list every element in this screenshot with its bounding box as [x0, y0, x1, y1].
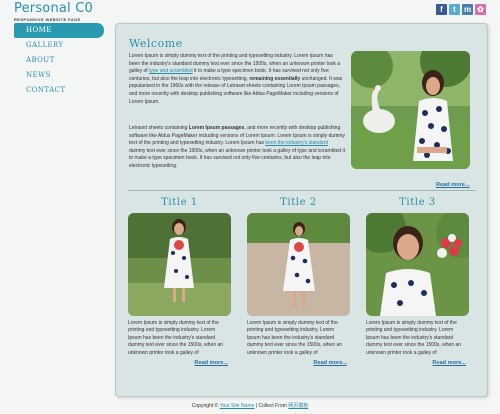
column-photo: [247, 213, 350, 316]
nav-item-contact[interactable]: CONTACT: [14, 83, 104, 98]
read-more-link[interactable]: Read more...: [366, 360, 466, 366]
welcome-bold: remaining essentially: [249, 75, 301, 82]
footer: Copyright © Your Site Name | Collect Fro…: [0, 402, 500, 409]
column-title: Title 1: [161, 197, 198, 208]
welcome-title: Welcome: [129, 37, 183, 50]
logo-title: Personal C0: [14, 1, 93, 16]
myspace-icon[interactable]: m: [462, 4, 473, 15]
nav-item-home[interactable]: HOME: [14, 23, 104, 38]
read-more-link[interactable]: Read more...: [436, 182, 470, 188]
welcome-paragraph-1: Lorem Ipsum is simply dummy text of the …: [129, 53, 345, 106]
inline-link[interactable]: been the industry's standard: [265, 140, 328, 146]
footer-separator: | Collect From: [254, 403, 289, 409]
column-text: Lorem Ipsum is simply dummy text of the …: [247, 320, 343, 356]
column-title: Title 2: [280, 197, 317, 208]
feature-column-3: Title 3 Lorem Ipsum is simply dummy text…: [366, 197, 469, 366]
flickr-icon[interactable]: ✿: [475, 4, 486, 15]
welcome-paragraph-2: Letraset sheets containing Lorem Ipsum p…: [129, 125, 345, 171]
inline-link[interactable]: type and scrambled: [149, 68, 193, 74]
site-name-link[interactable]: Your Site Name: [220, 403, 255, 409]
facebook-icon[interactable]: f: [436, 4, 447, 15]
logo-subtitle: RESPONSIVE WEBSITE PAGE: [14, 17, 81, 22]
social-links: f t m ✿: [436, 4, 486, 15]
welcome-text: dummy text ever since the 1500s, when an…: [129, 147, 345, 169]
section-divider: [128, 190, 476, 191]
feature-column-1: Title 1 Lorem Ipsum is simply dummy text…: [128, 197, 231, 366]
read-more-link[interactable]: Read more...: [247, 360, 347, 366]
hero-photo: [351, 51, 470, 169]
column-text: Lorem Ipsum is simply dummy text of the …: [128, 320, 224, 356]
twitter-icon[interactable]: t: [449, 4, 460, 15]
nav-item-news[interactable]: NEWS: [14, 68, 104, 83]
column-photo: [366, 213, 469, 316]
column-photo: [128, 213, 231, 316]
feature-column-2: Title 2 Lorem Ipsum is simply dummy text…: [247, 197, 350, 366]
welcome-bold: Lorem Ipsum passages: [188, 125, 245, 131]
copyright-text: Copyright ©: [191, 403, 219, 409]
column-text: Lorem Ipsum is simply dummy text of the …: [366, 320, 462, 356]
main-nav: HOME GALLERY ABOUT NEWS CONTACT: [14, 23, 104, 98]
content-panel: Welcome Lorem Ipsum is simply dummy text…: [115, 23, 488, 397]
nav-item-about[interactable]: ABOUT: [14, 53, 104, 68]
site-logo[interactable]: Personal C0 RESPONSIVE WEBSITE PAGE: [14, 1, 93, 23]
column-title: Title 3: [399, 197, 436, 208]
welcome-text: Letraset sheets containing: [129, 125, 189, 131]
nav-item-gallery[interactable]: GALLERY: [14, 38, 104, 53]
collect-link[interactable]: 网页模板: [288, 403, 308, 409]
read-more-link[interactable]: Read more...: [128, 360, 228, 366]
